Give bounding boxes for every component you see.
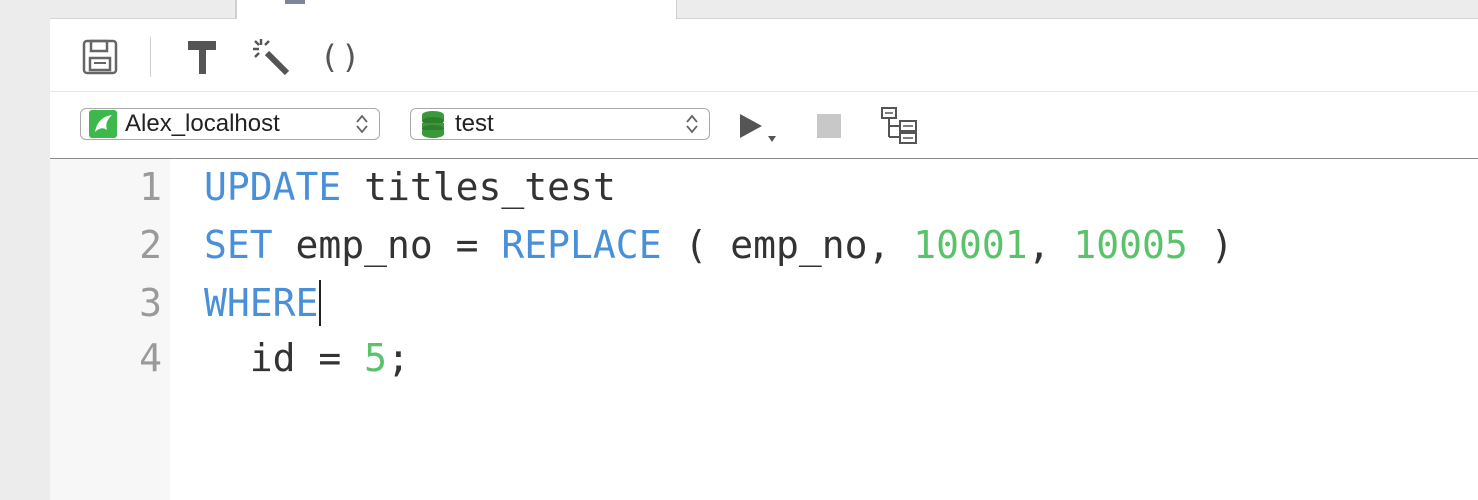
text-caret — [319, 280, 322, 326]
line-number: 1 — [139, 165, 162, 209]
run-button[interactable] — [736, 110, 776, 142]
explain-button[interactable] — [880, 106, 920, 146]
line-number: 4 — [139, 336, 162, 380]
magic-wand-icon — [253, 39, 290, 76]
connection-select[interactable]: Alex_localhost — [80, 108, 380, 140]
tab-previous[interactable] — [50, 0, 236, 18]
database-select[interactable]: test — [410, 108, 710, 140]
play-icon — [740, 114, 776, 142]
sql-number: 5 — [364, 336, 388, 380]
sql-text: emp_no = — [272, 223, 502, 267]
save-button[interactable] — [80, 37, 120, 77]
query-tab-icon — [285, 0, 305, 4]
parentheses-icon: () — [319, 38, 363, 76]
magic-wand-button[interactable] — [251, 37, 291, 77]
save-icon — [82, 39, 118, 75]
tab-query[interactable] — [236, 0, 677, 19]
line-number: 2 — [139, 223, 162, 267]
sql-keyword: SET — [204, 223, 273, 267]
sql-keyword: UPDATE — [204, 165, 342, 209]
chevron-updown-icon — [356, 114, 368, 134]
sql-text: id = — [204, 336, 365, 380]
editor-toolbar: () — [50, 19, 1478, 92]
code-line[interactable]: id = 5; — [204, 330, 410, 386]
line-number: 3 — [139, 281, 162, 325]
code-line[interactable]: SET emp_no = REPLACE ( emp_no, 10001, 10… — [204, 217, 1234, 273]
sql-text: , — [1027, 223, 1074, 267]
sql-text: titles_test — [341, 165, 616, 209]
code-line[interactable]: UPDATE titles_test — [204, 159, 616, 215]
sql-text: ; — [387, 336, 410, 380]
stop-icon — [817, 114, 841, 138]
tab-bar — [50, 0, 1478, 19]
sql-number: 10001 — [913, 223, 1028, 267]
sql-keyword: REPLACE — [501, 223, 662, 267]
sql-number: 10005 — [1073, 223, 1188, 267]
database-label: test — [455, 110, 494, 137]
mysql-dolphin-icon — [89, 110, 117, 138]
code-line[interactable]: WHERE — [204, 275, 322, 331]
connection-bar: Alex_localhost test — [50, 92, 1478, 159]
parentheses-button[interactable]: () — [319, 37, 363, 77]
stop-button[interactable] — [817, 114, 841, 138]
sql-text: ( emp_no, — [661, 223, 914, 267]
database-icon — [419, 110, 447, 138]
connection-label: Alex_localhost — [125, 110, 280, 137]
hammer-icon — [188, 41, 216, 74]
explain-icon — [881, 107, 917, 144]
sql-text: ) — [1187, 223, 1234, 267]
sql-editor[interactable]: 1 2 3 4 UPDATE titles_test SET emp_no = … — [50, 159, 1478, 500]
left-panel-edge — [0, 0, 51, 500]
beautify-button[interactable] — [182, 37, 222, 77]
chevron-updown-icon — [686, 114, 698, 134]
toolbar-divider — [150, 37, 151, 77]
line-number-gutter: 1 2 3 4 — [50, 159, 170, 500]
sql-keyword: WHERE — [204, 281, 319, 325]
